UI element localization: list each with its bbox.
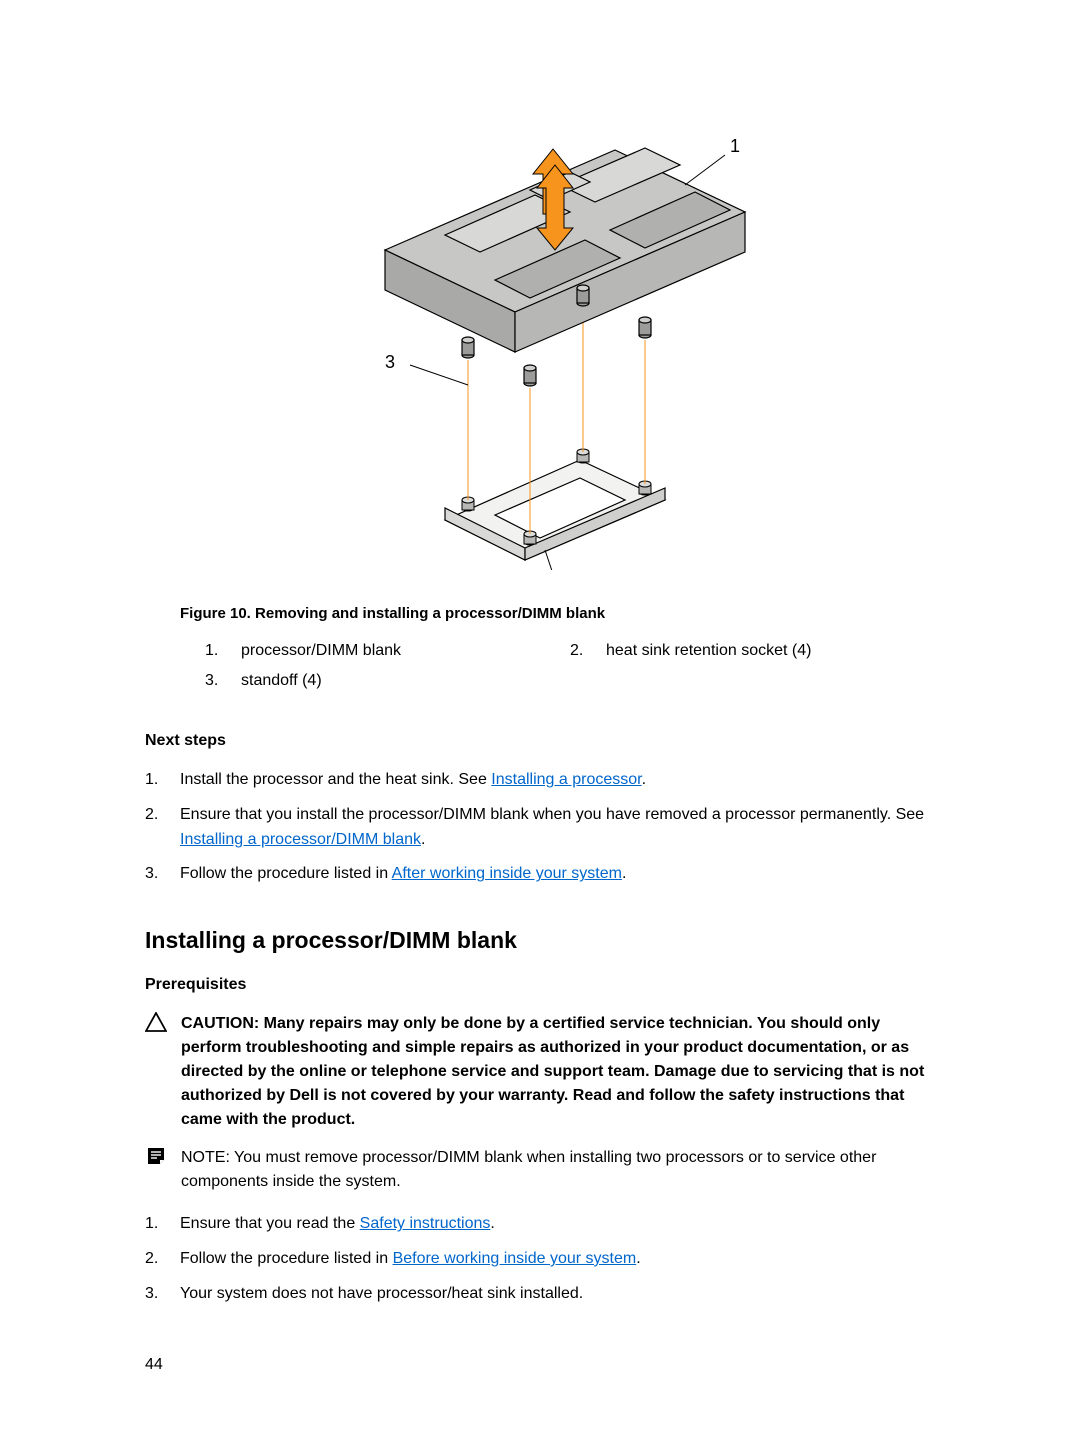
note-text: You must remove processor/DIMM blank whe… bbox=[181, 1149, 876, 1190]
prereq-step-1: Ensure that you read the Safety instruct… bbox=[145, 1212, 935, 1237]
dimm-blank-diagram: 1 2 3 bbox=[325, 130, 755, 570]
caution-icon bbox=[145, 1012, 167, 1032]
figure-callout-1: 1 bbox=[730, 136, 740, 156]
document-page: 1 2 3 Figure 10. Removing and installing… bbox=[0, 0, 1080, 1434]
prereq-step-3: Your system does not have processor/heat… bbox=[145, 1282, 935, 1307]
note-label: NOTE: bbox=[181, 1149, 234, 1166]
legend-item-2: 2. heat sink retention socket (4) bbox=[570, 642, 935, 660]
legend-item-3: 3. standoff (4) bbox=[205, 672, 570, 690]
page-number: 44 bbox=[145, 1356, 163, 1374]
figure-caption: Figure 10. Removing and installing a pro… bbox=[180, 605, 935, 622]
note-icon bbox=[146, 1146, 166, 1166]
next-step-3: Follow the procedure listed in After wor… bbox=[145, 862, 935, 887]
link-installing-dimm-blank[interactable]: Installing a processor/DIMM blank bbox=[180, 831, 421, 848]
link-installing-processor[interactable]: Installing a processor bbox=[491, 771, 641, 788]
figure-callout-3: 3 bbox=[385, 352, 395, 372]
figure-legend: 1. processor/DIMM blank 2. heat sink ret… bbox=[205, 642, 935, 690]
caution-box: CAUTION: Many repairs may only be done b… bbox=[145, 1012, 935, 1132]
figure-illustration: 1 2 3 bbox=[145, 130, 935, 575]
prerequisite-steps: Ensure that you read the Safety instruct… bbox=[145, 1212, 935, 1306]
note-box: NOTE: You must remove processor/DIMM bla… bbox=[145, 1146, 935, 1194]
section-title: Installing a processor/DIMM blank bbox=[145, 927, 935, 954]
link-safety-instructions[interactable]: Safety instructions bbox=[360, 1215, 491, 1232]
legend-item-1: 1. processor/DIMM blank bbox=[205, 642, 570, 660]
caution-label: CAUTION: bbox=[181, 1015, 264, 1032]
next-step-2: Ensure that you install the processor/DI… bbox=[145, 803, 935, 853]
next-steps-list: Install the processor and the heat sink.… bbox=[145, 768, 935, 887]
next-steps-heading: Next steps bbox=[145, 732, 935, 750]
prereq-step-2: Follow the procedure listed in Before wo… bbox=[145, 1247, 935, 1272]
link-before-working[interactable]: Before working inside your system bbox=[393, 1250, 637, 1267]
next-step-1: Install the processor and the heat sink.… bbox=[145, 768, 935, 793]
link-after-working[interactable]: After working inside your system bbox=[392, 865, 622, 882]
prerequisites-heading: Prerequisites bbox=[145, 976, 935, 994]
caution-text: Many repairs may only be done by a certi… bbox=[181, 1015, 924, 1128]
